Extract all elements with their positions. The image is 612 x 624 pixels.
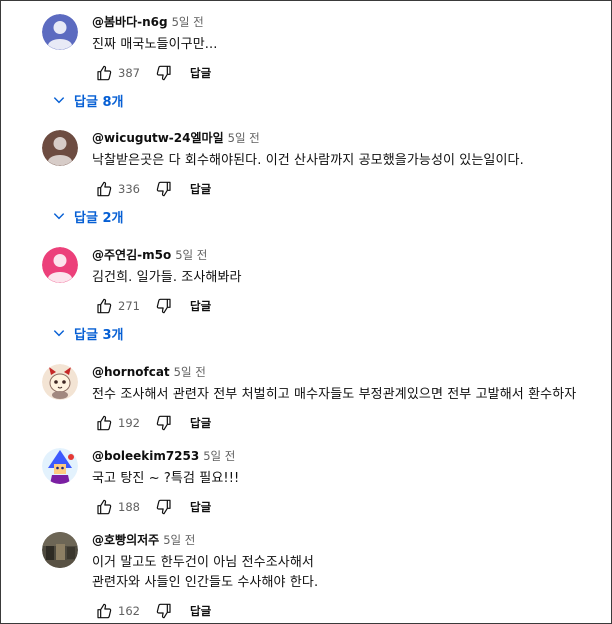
comment-text: 진짜 매국노들이구만...: [92, 37, 218, 52]
comment-author[interactable]: @boleekim7253: [92, 449, 199, 463]
dislike-button[interactable]: [152, 411, 176, 435]
comment-time[interactable]: 5일 전: [163, 533, 195, 547]
thumbs-down-icon: [156, 181, 171, 197]
chevron-down-icon: [53, 330, 65, 337]
default-user-avatar-icon: [42, 247, 78, 283]
thumbs-down-icon: [156, 415, 171, 431]
comment-time[interactable]: 5일 전: [203, 449, 235, 463]
avatar[interactable]: [42, 448, 78, 484]
reply-button[interactable]: 답글: [190, 415, 211, 431]
thumbs-down-icon: [156, 298, 171, 314]
like-button[interactable]: [92, 294, 116, 318]
character-avatar-icon: [42, 448, 78, 484]
thumbs-up-icon: [97, 603, 112, 619]
thumbs-down-icon: [156, 603, 171, 619]
like-count: 271: [118, 299, 140, 313]
view-replies-button[interactable]: 답글 2개: [52, 204, 123, 228]
like-button[interactable]: [92, 495, 116, 519]
reply-button[interactable]: 답글: [190, 298, 211, 314]
like-count: 192: [118, 416, 140, 430]
like-button[interactable]: [92, 177, 116, 201]
photo-avatar-icon: [42, 532, 78, 568]
comment-text: 전수 조사해서 관련자 전부 처벌히고 매수자들도 부정관계있으면 전부 고발해…: [92, 387, 577, 402]
comment-author[interactable]: @hornofcat: [92, 365, 170, 379]
thumbs-up-icon: [97, 298, 112, 314]
dislike-button[interactable]: [152, 495, 176, 519]
dislike-button[interactable]: [152, 177, 176, 201]
thumbs-down-icon: [156, 65, 171, 81]
comment-author[interactable]: @호빵의저주: [92, 533, 159, 547]
like-count: 162: [118, 604, 140, 618]
comment-text: 이거 말고도 한두건이 아님 전수조사해서 관련자와 사들인 인간들도 수사해야…: [92, 555, 319, 590]
chevron-down-icon: [53, 213, 65, 220]
reply-button[interactable]: 답글: [190, 603, 211, 619]
dislike-button[interactable]: [152, 599, 176, 623]
like-count: 188: [118, 500, 140, 514]
comment-text: 낙찰받은곳은 다 회수해야된다. 이건 산사람까지 공모했을가능성이 있는일이다…: [92, 153, 524, 168]
comment-time[interactable]: 5일 전: [174, 365, 206, 379]
comment-text: 국고 탕진 ~ ?특검 필요!!!: [92, 471, 240, 486]
like-button[interactable]: [92, 61, 116, 85]
thumbs-down-icon: [156, 499, 171, 515]
avatar[interactable]: [42, 247, 78, 283]
avatar[interactable]: [42, 532, 78, 568]
comment-author[interactable]: @wicugutw-24엘마일: [92, 131, 224, 145]
replies-label: 답글 8개: [74, 94, 124, 110]
dislike-button[interactable]: [152, 61, 176, 85]
like-count: 336: [118, 182, 140, 196]
dislike-button[interactable]: [152, 294, 176, 318]
comment-time[interactable]: 5일 전: [172, 15, 204, 29]
avatar[interactable]: [42, 364, 78, 400]
reply-button[interactable]: 답글: [190, 181, 211, 197]
thumbs-up-icon: [97, 181, 112, 197]
comment-author[interactable]: @봄바다-n6g: [92, 15, 168, 29]
reply-button[interactable]: 답글: [190, 499, 211, 515]
comment-time[interactable]: 5일 전: [175, 248, 207, 262]
view-replies-button[interactable]: 답글 8개: [52, 88, 123, 112]
thumbs-up-icon: [97, 65, 112, 81]
comment-text: 김건희. 일가들. 조사해봐라: [92, 270, 242, 285]
thumbs-up-icon: [97, 415, 112, 431]
default-user-avatar-icon: [42, 14, 78, 50]
default-user-avatar-icon: [42, 130, 78, 166]
reply-button[interactable]: 답글: [190, 65, 211, 81]
view-replies-button[interactable]: 답글 3개: [52, 321, 123, 345]
comment-author[interactable]: @주연김-m5o: [92, 248, 171, 262]
comment-time[interactable]: 5일 전: [228, 131, 260, 145]
replies-label: 답글 2개: [74, 210, 124, 226]
cartoon-cat-avatar-icon: [42, 364, 78, 400]
thumbs-up-icon: [97, 499, 112, 515]
like-button[interactable]: [92, 411, 116, 435]
avatar[interactable]: [42, 14, 78, 50]
avatar[interactable]: [42, 130, 78, 166]
like-count: 387: [118, 66, 140, 80]
replies-label: 답글 3개: [74, 327, 124, 343]
like-button[interactable]: [92, 599, 116, 623]
chevron-down-icon: [53, 97, 65, 104]
